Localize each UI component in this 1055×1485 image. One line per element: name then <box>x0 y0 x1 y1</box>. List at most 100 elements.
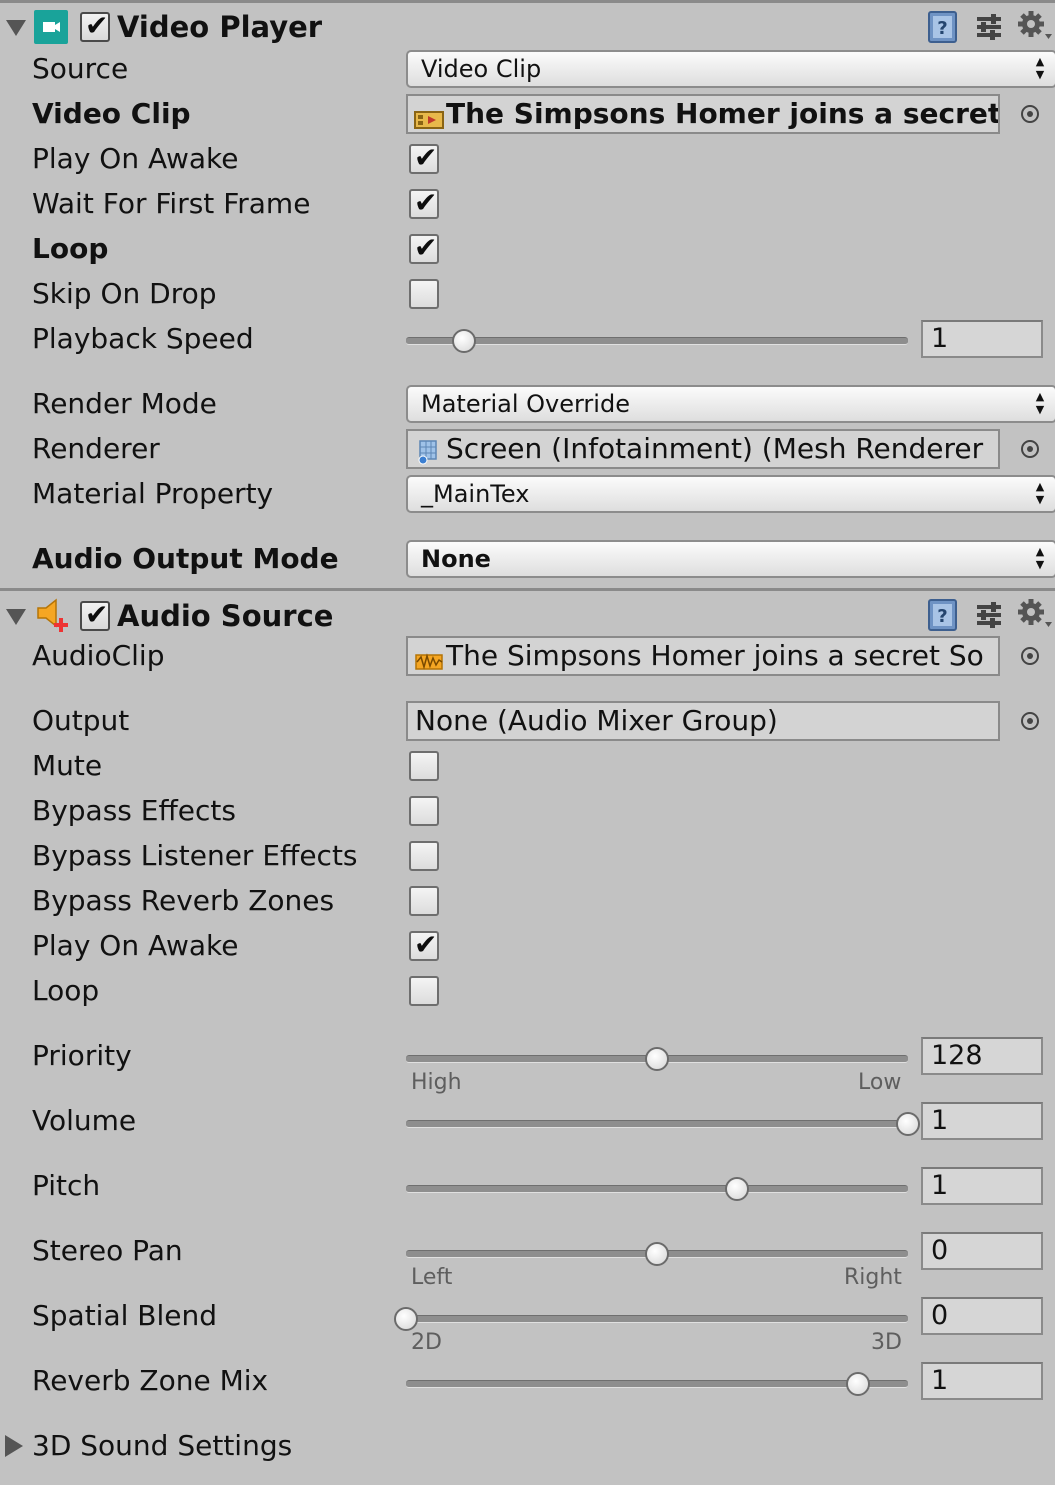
render-mode-value: Material Override <box>421 390 630 418</box>
playback-speed-label: Playback Speed <box>32 322 254 355</box>
skip-on-drop-checkbox[interactable] <box>409 279 439 309</box>
video-clip-label: Video Clip <box>32 97 191 130</box>
gear-icon[interactable] <box>1017 10 1053 46</box>
video-player-enabled-checkbox[interactable]: ✔ <box>80 12 110 42</box>
video-player-icon <box>34 10 68 44</box>
check-icon: ✔ <box>414 141 438 174</box>
render-mode-label: Render Mode <box>32 387 217 420</box>
bypass-listener-effects-checkbox[interactable] <box>409 841 439 871</box>
audio-clip-label: AudioClip <box>32 639 165 672</box>
playback-speed-slider-thumb[interactable] <box>451 329 476 353</box>
audio-output-mode-dropdown[interactable]: None ▲ ▼ <box>406 540 1055 578</box>
material-property-dropdown[interactable]: _MainTex ▲ ▼ <box>406 475 1055 513</box>
mesh-renderer-icon <box>416 438 442 467</box>
dropdown-arrows-icon: ▲ ▼ <box>1035 390 1045 416</box>
check-icon: ✔ <box>414 186 438 219</box>
gear-icon[interactable] <box>1017 598 1053 634</box>
mute-label: Mute <box>32 749 103 782</box>
audio-clip-value: The Simpsons Homer joins a secret So <box>446 639 984 672</box>
skip-on-drop-label: Skip On Drop <box>32 277 217 310</box>
priority-label: Priority <box>32 1039 132 1072</box>
audio-source-enabled-checkbox[interactable]: ✔ <box>80 601 110 631</box>
spatial-blend-field[interactable]: 0 <box>921 1297 1043 1335</box>
spatial-blend-max-label: 3D <box>871 1330 902 1355</box>
pitch-field[interactable]: 1 <box>921 1167 1043 1205</box>
stereo-pan-field[interactable]: 0 <box>921 1232 1043 1270</box>
audio-play-on-awake-checkbox[interactable]: ✔ <box>409 931 439 961</box>
bypass-reverb-zones-checkbox[interactable] <box>409 886 439 916</box>
playback-speed-slider[interactable] <box>406 329 908 353</box>
volume-slider-thumb[interactable] <box>896 1112 920 1136</box>
audio-clip-icon <box>414 646 444 674</box>
component-separator-top <box>0 0 1055 3</box>
loop-label: Loop <box>32 232 109 265</box>
check-icon: ✔ <box>85 9 109 42</box>
renderer-label: Renderer <box>32 432 160 465</box>
material-property-label: Material Property <box>32 477 274 510</box>
pitch-slider-thumb[interactable] <box>725 1177 750 1201</box>
spatial-blend-min-label: 2D <box>411 1330 442 1355</box>
reverb-zone-mix-field[interactable]: 1 <box>921 1362 1043 1400</box>
play-on-awake-checkbox[interactable]: ✔ <box>409 144 439 174</box>
volume-field[interactable]: 1 <box>921 1102 1043 1140</box>
pitch-slider[interactable] <box>406 1177 908 1201</box>
video-clip-icon <box>414 104 444 132</box>
bypass-effects-checkbox[interactable] <box>409 796 439 826</box>
spatial-blend-label: Spatial Blend <box>32 1299 218 1332</box>
svg-text:?: ? <box>937 18 947 39</box>
preset-sliders-icon[interactable] <box>975 13 1003 45</box>
spatial-blend-slider-thumb[interactable] <box>394 1307 418 1331</box>
priority-slider[interactable] <box>406 1047 908 1071</box>
audio-output-mode-label: Audio Output Mode <box>32 542 339 575</box>
audio-loop-checkbox[interactable] <box>409 976 439 1006</box>
video-clip-field[interactable]: The Simpsons Homer joins a secret <box>406 94 1000 134</box>
priority-slider-thumb[interactable] <box>645 1047 669 1071</box>
playback-speed-field[interactable]: 1 <box>921 320 1043 358</box>
check-icon: ✔ <box>414 231 438 264</box>
svg-text:?: ? <box>937 606 947 627</box>
stereo-pan-slider-thumb[interactable] <box>645 1242 669 1266</box>
component-separator <box>0 588 1055 591</box>
audio-output-mode-value: None <box>421 545 491 573</box>
help-book-icon[interactable]: ? <box>927 598 959 636</box>
audio-clip-field[interactable]: The Simpsons Homer joins a secret So <box>406 636 1000 676</box>
audio-clip-picker-icon[interactable] <box>1021 647 1039 665</box>
audio-source-icon <box>36 598 72 638</box>
output-value: None (Audio Mixer Group) <box>415 704 778 737</box>
mute-checkbox[interactable] <box>409 751 439 781</box>
output-field[interactable]: None (Audio Mixer Group) <box>406 701 1000 741</box>
check-icon: ✔ <box>414 928 438 961</box>
renderer-picker-icon[interactable] <box>1021 440 1039 458</box>
volume-slider[interactable] <box>406 1112 920 1136</box>
preset-sliders-icon[interactable] <box>975 601 1003 633</box>
stereo-pan-label: Stereo Pan <box>32 1234 183 1267</box>
video-player-title: Video Player <box>117 10 323 44</box>
renderer-field[interactable]: Screen (Infotainment) (Mesh Renderer <box>406 429 1000 469</box>
dropdown-arrows-icon: ▲ ▼ <box>1035 480 1045 506</box>
wait-for-first-frame-label: Wait For First Frame <box>32 187 311 220</box>
renderer-value: Screen (Infotainment) (Mesh Renderer <box>446 432 984 465</box>
video-clip-picker-icon[interactable] <box>1021 105 1039 123</box>
sound-3d-settings-foldout-icon[interactable] <box>5 1435 23 1457</box>
sound-3d-settings-label[interactable]: 3D Sound Settings <box>32 1428 292 1464</box>
video-player-foldout-icon[interactable] <box>6 20 26 36</box>
audio-play-on-awake-label: Play On Awake <box>32 929 239 962</box>
spatial-blend-slider[interactable] <box>394 1307 908 1331</box>
play-on-awake-label: Play On Awake <box>32 142 239 175</box>
stereo-pan-slider[interactable] <box>406 1242 908 1266</box>
help-book-icon[interactable]: ? <box>927 10 959 48</box>
output-picker-icon[interactable] <box>1021 712 1039 730</box>
bypass-effects-label: Bypass Effects <box>32 794 236 827</box>
render-mode-dropdown[interactable]: Material Override ▲ ▼ <box>406 385 1055 423</box>
wait-for-first-frame-checkbox[interactable]: ✔ <box>409 189 439 219</box>
volume-label: Volume <box>32 1104 137 1137</box>
reverb-zone-mix-slider-thumb[interactable] <box>845 1372 870 1396</box>
audio-source-foldout-icon[interactable] <box>6 609 26 625</box>
priority-min-label: High <box>411 1070 462 1095</box>
priority-max-label: Low <box>858 1070 902 1095</box>
priority-field[interactable]: 128 <box>921 1037 1043 1075</box>
loop-checkbox[interactable]: ✔ <box>409 234 439 264</box>
audio-loop-label: Loop <box>32 974 100 1007</box>
source-dropdown[interactable]: Video Clip ▲ ▼ <box>406 50 1055 88</box>
reverb-zone-mix-slider[interactable] <box>406 1372 908 1396</box>
